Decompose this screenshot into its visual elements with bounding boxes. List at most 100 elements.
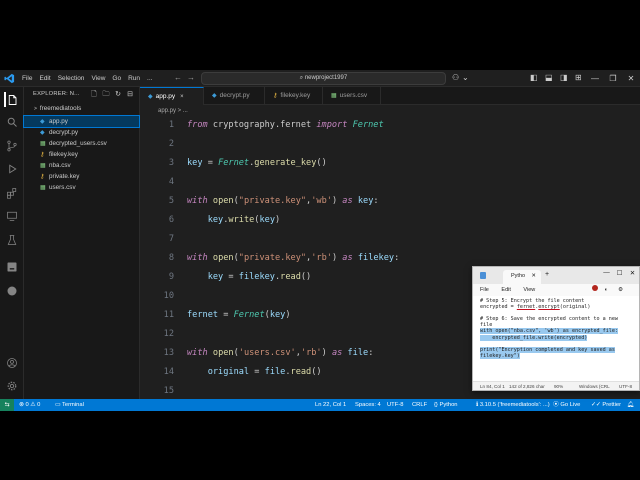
new-folder-icon[interactable]: 🗀 bbox=[100, 90, 112, 101]
command-center-search[interactable]: ⌕ newproject1997 bbox=[201, 72, 446, 85]
notepad-menu-file[interactable]: File bbox=[480, 287, 489, 293]
code-line[interactable]: fernet = Fernet(key) bbox=[187, 310, 291, 320]
tab-app-py[interactable]: ◆ app.py × bbox=[140, 87, 204, 105]
copilot-icon[interactable]: ⚇ bbox=[452, 73, 459, 82]
notifications-bell-icon[interactable]: 🔔︎ bbox=[627, 399, 634, 411]
run-debug-icon[interactable] bbox=[4, 161, 19, 176]
code-line[interactable]: from cryptography.fernet import Fernet bbox=[187, 120, 384, 130]
indentation[interactable]: Spaces: 4 bbox=[355, 399, 381, 411]
account-icon[interactable] bbox=[4, 355, 19, 370]
folder-freemediatools[interactable]: > freemediatools bbox=[24, 104, 139, 114]
format-icon[interactable]: ◐ bbox=[605, 284, 608, 296]
tab-users-csv[interactable]: ▦ users.csv bbox=[323, 87, 381, 105]
code-line[interactable]: with open("private.key",'wb') as key: bbox=[187, 196, 379, 206]
file-item[interactable]: ▦ nba.csv bbox=[24, 160, 139, 171]
collapse-all-icon[interactable]: ⊟ bbox=[124, 90, 136, 101]
code-line[interactable]: with open('users.csv','rb') as file: bbox=[187, 348, 373, 358]
code-token: ) bbox=[331, 196, 343, 206]
menu-go[interactable]: Go bbox=[112, 75, 121, 82]
refresh-icon[interactable]: ↻ bbox=[112, 90, 124, 101]
customize-layout-icon[interactable]: ⊞ bbox=[575, 73, 582, 82]
tab-filekey-key[interactable]: ⚷ filekey.key bbox=[265, 87, 323, 105]
toggle-sidebar-icon[interactable]: ◧ bbox=[530, 73, 538, 82]
back-arrow-icon[interactable]: ← bbox=[174, 73, 182, 82]
testing-icon[interactable] bbox=[4, 232, 19, 247]
code-token: key bbox=[207, 215, 224, 225]
close-window-icon[interactable]: ✕ bbox=[622, 74, 640, 83]
menu-selection[interactable]: Selection bbox=[58, 75, 85, 82]
code-token: : bbox=[368, 348, 374, 358]
docker-icon[interactable]: ▬ bbox=[4, 259, 19, 274]
toggle-panel-icon[interactable]: ⬓ bbox=[545, 73, 553, 82]
source-control-icon[interactable] bbox=[4, 138, 19, 153]
minimize-icon[interactable]: — bbox=[600, 269, 613, 277]
new-tab-icon[interactable]: + bbox=[545, 271, 549, 278]
code-token: () bbox=[316, 158, 327, 168]
forward-arrow-icon[interactable]: → bbox=[187, 73, 195, 82]
file-item[interactable]: ◆ app.py bbox=[23, 115, 140, 128]
go-live-button[interactable]: ⦿ Go Live bbox=[553, 399, 580, 411]
problems-indicator[interactable]: ⊗ 0 ⚠ 0 bbox=[19, 399, 40, 411]
prettier-button[interactable]: ✓✓ Prettier bbox=[591, 399, 621, 411]
chevron-down-icon[interactable]: ⌄ bbox=[462, 73, 469, 82]
notepad-text-area[interactable]: # Step 5: Encrypt the file content encryp… bbox=[473, 296, 639, 381]
file-item[interactable]: ⚷ private.key bbox=[24, 171, 139, 182]
maximize-icon[interactable]: ❐ bbox=[604, 74, 622, 83]
menu-edit[interactable]: Edit bbox=[39, 75, 50, 82]
line-endings[interactable]: CRLF bbox=[412, 399, 427, 411]
toggle-secondary-sidebar-icon[interactable]: ◨ bbox=[560, 73, 568, 82]
file-item[interactable]: ▦ decrypted_users.csv bbox=[24, 138, 139, 149]
explorer-icon[interactable] bbox=[4, 92, 19, 107]
file-encoding[interactable]: UTF-8 bbox=[387, 399, 403, 411]
menu-more[interactable]: ... bbox=[147, 75, 152, 82]
code-line[interactable]: key = filekey.read() bbox=[187, 272, 312, 282]
selected-text: with open("nba.csv", 'wb') as encrypted_… bbox=[480, 328, 619, 335]
new-file-icon[interactable]: 🗋 bbox=[88, 90, 100, 101]
close-tab-icon[interactable]: × bbox=[180, 94, 184, 100]
notepad-status-bar: Ln 84, Col 1 142 of 2,826 char 90% Windo… bbox=[473, 381, 639, 390]
record-indicator-icon bbox=[592, 285, 598, 291]
code-line[interactable]: key = Fernet.generate_key() bbox=[187, 158, 327, 168]
accounts-extension-icon[interactable] bbox=[4, 283, 19, 298]
terminal-button[interactable]: ▭ Terminal bbox=[55, 399, 84, 411]
close-window-icon[interactable]: ✕ bbox=[626, 269, 639, 277]
notepad-menu-view[interactable]: View bbox=[523, 287, 535, 293]
menu-view[interactable]: View bbox=[91, 75, 105, 82]
settings-gear-icon[interactable]: ⚙ bbox=[618, 284, 623, 296]
menu-run[interactable]: Run bbox=[128, 75, 140, 82]
code-line[interactable]: with open("private.key",'rb') as filekey… bbox=[187, 253, 399, 263]
code-line[interactable]: original = file.read() bbox=[187, 367, 322, 377]
notepad-tab[interactable]: Pytho ✕ bbox=[503, 270, 541, 284]
tab-decrypt-py[interactable]: ◆ decrypt.py bbox=[204, 87, 265, 105]
csv-icon: ▦ bbox=[331, 93, 337, 99]
python-interpreter[interactable]: ℹ 3.10.5 ('freemediatools': ...) bbox=[476, 399, 550, 411]
code-token: with bbox=[187, 196, 208, 206]
file-item[interactable]: ◆ decrypt.py bbox=[24, 127, 139, 138]
code-line[interactable]: key.write(key) bbox=[187, 215, 281, 225]
close-tab-icon[interactable]: ✕ bbox=[531, 270, 536, 282]
breadcrumb[interactable]: app.py > ... bbox=[140, 105, 640, 117]
file-item[interactable]: ⚷ filekey.key bbox=[24, 149, 139, 160]
minimize-icon[interactable]: — bbox=[586, 74, 604, 83]
search-icon[interactable] bbox=[4, 114, 19, 129]
maximize-icon[interactable]: ☐ bbox=[613, 269, 626, 277]
menu-file[interactable]: File bbox=[22, 75, 32, 82]
code-token: ) bbox=[321, 348, 332, 358]
notepad-app-icon bbox=[480, 272, 486, 279]
file-item[interactable]: ▦ users.csv bbox=[24, 182, 139, 193]
settings-gear-icon[interactable] bbox=[4, 378, 19, 393]
notepad-char-count: 142 of 2,826 char bbox=[509, 384, 545, 389]
code-token: () bbox=[300, 272, 312, 282]
notepad-zoom: 90% bbox=[554, 384, 564, 389]
tab-label: app.py bbox=[155, 93, 176, 100]
notepad-menu-edit[interactable]: Edit bbox=[501, 287, 510, 293]
code-token: : bbox=[394, 253, 400, 263]
remote-indicator-icon[interactable]: ⇆ bbox=[0, 399, 14, 411]
code-token: as bbox=[331, 348, 343, 358]
language-mode[interactable]: {} Python bbox=[434, 399, 458, 411]
remote-explorer-icon[interactable] bbox=[4, 208, 19, 223]
code-token: 'rb' bbox=[300, 348, 322, 358]
csv-icon: ▦ bbox=[40, 185, 46, 191]
extensions-icon[interactable] bbox=[4, 185, 19, 200]
cursor-position[interactable]: Ln 22, Col 1 bbox=[315, 399, 346, 411]
